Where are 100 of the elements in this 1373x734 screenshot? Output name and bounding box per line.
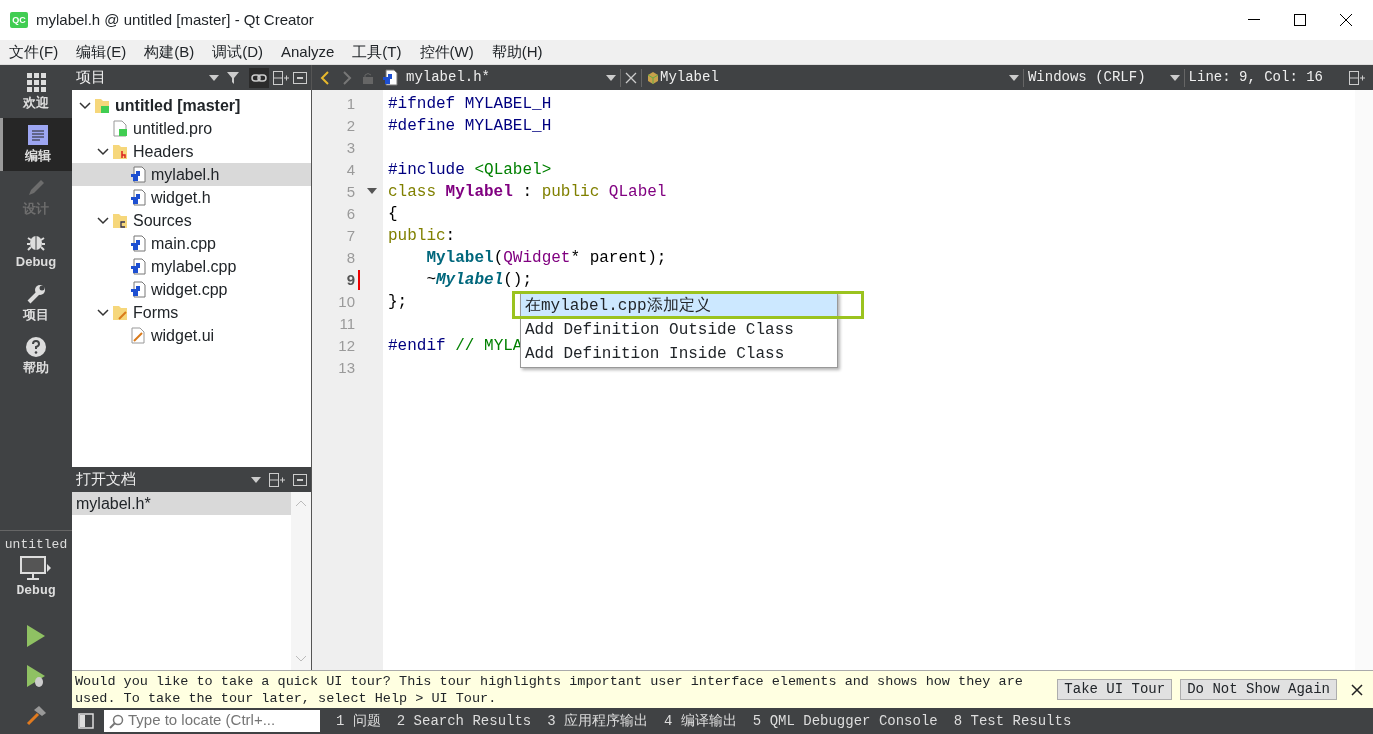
menu-item[interactable]: 在mylabel.cpp添加定义: [521, 294, 837, 318]
tour-button[interactable]: Take UI Tour: [1057, 679, 1173, 700]
maximize-icon: [1294, 14, 1306, 26]
source-file-icon: [130, 258, 146, 275]
source-file-icon: [130, 235, 146, 252]
line-number: 5: [346, 183, 355, 200]
dropdown-caret-icon[interactable]: [1169, 74, 1180, 81]
source-file-icon: [130, 281, 146, 298]
window-title: mylabel.h @ untitled [master] - Qt Creator: [36, 9, 315, 30]
menu-item[interactable]: 控件(W): [414, 40, 479, 64]
dropdown-caret-icon[interactable]: [606, 74, 616, 81]
edit-mode-icon: [26, 123, 49, 146]
file-selector[interactable]: mylabel.h*: [406, 67, 606, 88]
panel-icon[interactable]: [293, 71, 307, 84]
tree-item[interactable]: main.cpp: [72, 232, 311, 255]
output-pane-button[interactable]: 4 编译输出: [664, 710, 737, 732]
menu-item[interactable]: 调试(D): [207, 40, 268, 64]
expand-arrow-icon: [46, 563, 52, 572]
dropdown-caret-icon[interactable]: [251, 476, 261, 483]
chevron-icon[interactable]: [97, 308, 109, 317]
code-line: #endif // MYLA: [388, 336, 523, 357]
symbol-selector[interactable]: Mylabel: [660, 67, 1009, 88]
split-icon[interactable]: [269, 472, 285, 487]
line-number: 13: [338, 359, 355, 376]
line-number: 9: [346, 271, 355, 288]
tree-item[interactable]: Sources: [72, 209, 311, 232]
locator-field[interactable]: Type to locate (Ctrl+...: [104, 709, 320, 732]
hammer-icon[interactable]: [25, 704, 47, 726]
document-item[interactable]: mylabel.h*: [72, 492, 291, 515]
link-icon[interactable]: [249, 67, 269, 88]
monitor-icon: [20, 554, 46, 581]
menu-item[interactable]: 构建(B): [139, 40, 200, 64]
chevron-icon[interactable]: [79, 101, 91, 110]
menu-item[interactable]: 编辑(E): [71, 40, 132, 64]
tree-item[interactable]: widget.h: [72, 186, 311, 209]
source-file-icon: [130, 166, 146, 183]
line-number: 7: [346, 227, 355, 244]
tree-item[interactable]: Headers: [72, 140, 311, 163]
tour-button[interactable]: Do Not Show Again: [1180, 679, 1337, 700]
menu-item[interactable]: 文件(F): [4, 40, 64, 64]
output-pane-button[interactable]: 1 问题: [336, 710, 381, 732]
run-icon[interactable]: [25, 624, 47, 648]
output-pane-button[interactable]: 8 Test Results: [953, 710, 1072, 732]
split-icon[interactable]: [1349, 70, 1365, 85]
folder-icon: [112, 143, 128, 160]
chevron-icon[interactable]: [97, 216, 109, 225]
line-number: 1: [346, 95, 355, 112]
mode-button[interactable]: 项目: [0, 277, 72, 330]
tree-item[interactable]: widget.cpp: [72, 278, 311, 301]
lock-icon: [362, 71, 374, 84]
mode-button[interactable]: 欢迎: [0, 65, 72, 118]
panel-title: 打开文档: [76, 469, 137, 490]
split-icon[interactable]: [273, 70, 289, 85]
minimize-icon: [1248, 19, 1260, 21]
close-icon[interactable]: [1351, 683, 1363, 696]
tree-item[interactable]: untitled.pro: [72, 117, 311, 140]
panel-icon[interactable]: [293, 473, 307, 486]
sidebar-toggle-icon[interactable]: [78, 713, 94, 729]
output-pane-button[interactable]: 5 QML Debugger Console: [752, 710, 938, 732]
dropdown-caret-icon[interactable]: [1008, 74, 1019, 81]
output-pane-button[interactable]: 2 Search Results: [396, 710, 532, 732]
filter-icon[interactable]: [227, 70, 241, 85]
tree-item[interactable]: widget.ui: [72, 324, 311, 347]
tree-item[interactable]: untitled [master]: [72, 94, 311, 117]
tree-item[interactable]: Forms: [72, 301, 311, 324]
change-marker: [358, 270, 360, 290]
fold-arrow-icon[interactable]: [367, 188, 377, 194]
chevron-icon[interactable]: [97, 147, 109, 156]
source-file-icon: [382, 69, 398, 86]
menu-item[interactable]: Add Definition Outside Class: [521, 318, 837, 342]
menu-item[interactable]: Add Definition Inside Class: [521, 342, 837, 366]
code-line: Mylabel(QWidget* parent);: [426, 248, 667, 269]
tree-item[interactable]: mylabel.cpp: [72, 255, 311, 278]
line-number: 4: [346, 161, 355, 178]
form-file-icon: [130, 327, 146, 344]
cursor-position[interactable]: Line: 9, Col: 16: [1188, 67, 1323, 88]
panel-title: 项目: [76, 67, 107, 88]
code-line: class Mylabel : public QLabel: [388, 182, 667, 203]
output-pane-button[interactable]: 3 应用程序输出: [547, 710, 649, 732]
project-file-icon: [112, 120, 128, 137]
code-line: ~Mylabel();: [426, 270, 533, 291]
app-logo: QC: [10, 12, 28, 28]
folder-icon: [112, 304, 128, 321]
menu-item[interactable]: 帮助(H): [486, 40, 548, 64]
code-line: #include <QLabel>: [388, 160, 552, 181]
line-ending-selector[interactable]: Windows (CRLF): [1027, 67, 1146, 88]
scrollbar[interactable]: [1355, 90, 1373, 670]
dropdown-caret-icon[interactable]: [209, 74, 219, 81]
mode-button[interactable]: 编辑: [0, 118, 72, 171]
code-line: };: [388, 292, 408, 313]
mode-button[interactable]: 帮助: [0, 330, 72, 383]
help-mode-icon: [25, 335, 47, 358]
menu-item[interactable]: 工具(T): [347, 40, 407, 64]
source-file-icon: [130, 189, 146, 206]
menu-item[interactable]: Analyze: [276, 40, 340, 64]
tree-item[interactable]: mylabel.h: [72, 163, 311, 186]
back-icon[interactable]: [320, 70, 330, 85]
mode-button[interactable]: Debug: [0, 224, 72, 277]
debug-run-icon[interactable]: [25, 664, 47, 688]
folder-icon: [112, 212, 128, 229]
